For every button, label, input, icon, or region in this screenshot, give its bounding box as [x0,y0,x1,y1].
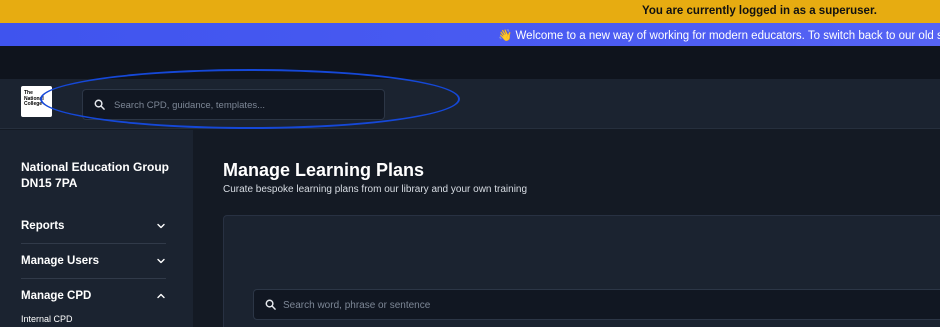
sidebar-item-label: Manage CPD [21,289,92,302]
superuser-banner-text: You are currently logged in as a superus… [642,5,877,17]
sidebar-item-label: Manage Users [21,254,99,267]
welcome-banner-text: Welcome to a new way of working for mode… [515,30,940,42]
global-search[interactable] [82,89,385,120]
top-spacer [0,46,940,79]
learning-plan-search-input[interactable] [283,296,883,314]
sidebar-item-label: Reports [21,219,65,232]
chevron-up-icon [157,293,165,298]
page-title: Manage Learning Plans [223,160,425,180]
welcome-banner: 👋 Welcome to a new way of working for mo… [0,23,940,46]
organisation-name: National Education Group DN15 7PA [21,159,181,191]
sidebar-item-manage-users[interactable]: Manage Users [21,243,166,278]
organisation-postcode: DN15 7PA [21,176,78,190]
sidebar-item-reports[interactable]: Reports [21,208,166,243]
page-subtitle: Curate bespoke learning plans from our l… [223,184,528,195]
sidebar-item-manage-cpd[interactable]: Manage CPD [21,278,166,313]
global-search-input[interactable] [114,96,374,114]
sidebar-subitem-internal-cpd[interactable]: Internal CPD [21,314,73,324]
chevron-down-icon [157,258,165,263]
organisation-name-line1: National Education Group [21,160,170,174]
wave-icon: 👋 [498,30,513,42]
welcome-banner-content: 👋 Welcome to a new way of working for mo… [498,28,940,42]
search-icon [94,99,105,110]
national-college-logo[interactable]: The National College [21,86,52,117]
superuser-banner: You are currently logged in as a superus… [0,0,940,23]
chevron-down-icon [157,223,165,228]
search-icon [265,299,276,310]
app-frame: You are currently logged in as a superus… [0,0,940,327]
learning-plan-search[interactable] [253,289,940,320]
